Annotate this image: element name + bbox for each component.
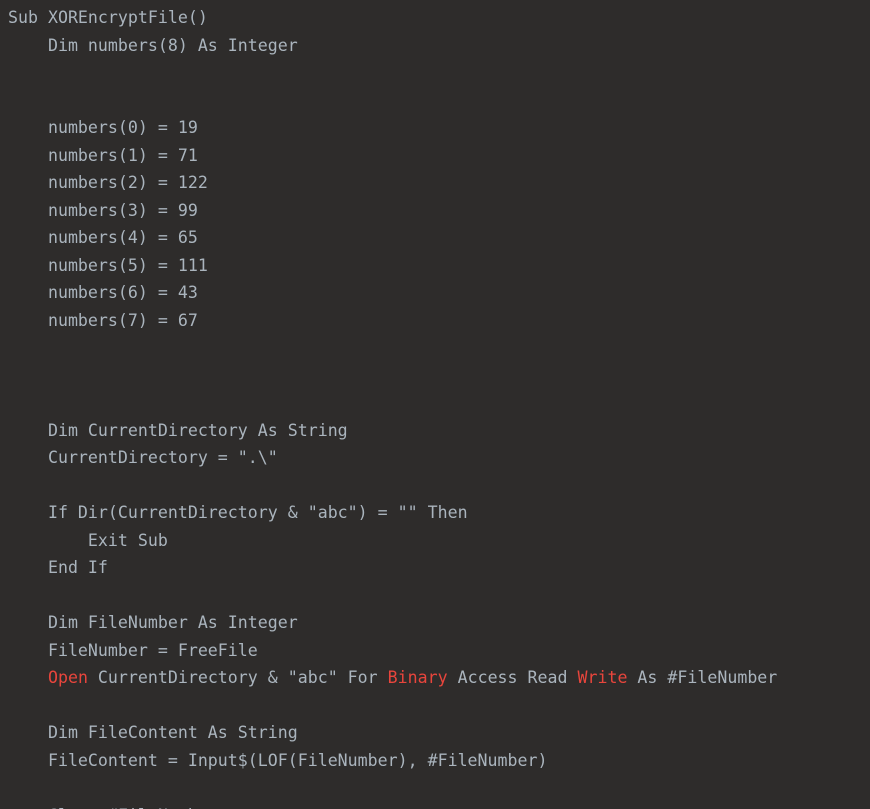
code-line: numbers(0) = 19 xyxy=(8,114,870,142)
code-line: FileContent = Input$(LOF(FileNumber), #F… xyxy=(8,747,870,775)
code-text: As #FileNumber xyxy=(627,668,778,687)
code-line: If Dir(CurrentDirectory & "abc") = "" Th… xyxy=(8,499,870,527)
code-content[interactable]: Sub XOREncryptFile() Dim numbers(8) As I… xyxy=(0,0,870,809)
code-text: Dim FileNumber As Integer xyxy=(8,613,298,632)
code-line: Dim FileContent As String xyxy=(8,719,870,747)
code-line: Dim FileNumber As Integer xyxy=(8,609,870,637)
code-keyword: Open xyxy=(47,668,88,687)
code-line: Exit Sub xyxy=(8,527,870,555)
code-line: numbers(6) = 43 xyxy=(8,279,870,307)
code-text: numbers(5) = 111 xyxy=(8,255,208,275)
code-line: numbers(3) = 99 xyxy=(8,197,870,225)
code-text: Access Read xyxy=(447,668,578,687)
code-line: Dim numbers(8) As Integer xyxy=(8,32,870,60)
code-text: Sub XOREncryptFile() xyxy=(8,8,208,27)
code-line: numbers(5) = 111 xyxy=(8,252,870,280)
code-line: Close #FileNumber xyxy=(8,802,870,809)
code-text: numbers(0) = 19 xyxy=(8,118,198,137)
code-text: numbers(6) = 43 xyxy=(8,283,198,302)
code-line: numbers(7) = 67 xyxy=(8,307,870,335)
code-line: Dim CurrentDirectory As String xyxy=(8,417,870,445)
code-line: End If xyxy=(8,554,870,582)
code-text: CurrentDirectory = ".\" xyxy=(8,448,278,467)
code-line: Sub XOREncryptFile() xyxy=(8,4,870,32)
code-text: Dim FileContent As String xyxy=(8,723,298,742)
code-editor[interactable]: Sub XOREncryptFile() Dim numbers(8) As I… xyxy=(0,0,870,809)
code-text: If Dir(CurrentDirectory & "abc") = "" Th… xyxy=(8,503,468,522)
code-line: FileNumber = FreeFile xyxy=(8,637,870,665)
code-text: FileNumber = FreeFile xyxy=(8,640,258,660)
code-text: CurrentDirectory & "abc" For xyxy=(87,668,388,687)
code-line: numbers(2) = 122 xyxy=(8,169,870,197)
code-text: numbers(3) = 99 xyxy=(8,200,198,220)
code-text: numbers(4) = 65 xyxy=(8,228,198,247)
code-text: Close #FileNumber xyxy=(8,806,218,809)
code-line: CurrentDirectory = ".\" xyxy=(8,444,870,472)
code-text: Exit Sub xyxy=(8,530,168,550)
code-line: numbers(1) = 71 xyxy=(8,142,870,170)
code-text: End If xyxy=(8,558,108,577)
code-text: FileContent = Input$(LOF(FileNumber), #F… xyxy=(8,750,548,770)
code-line: numbers(4) = 65 xyxy=(8,224,870,252)
code-text: numbers(1) = 71 xyxy=(8,145,198,165)
code-text: Dim CurrentDirectory As String xyxy=(8,420,348,440)
code-text: numbers(7) = 67 xyxy=(8,310,198,330)
code-text: Dim numbers(8) As Integer xyxy=(8,35,298,55)
code-text: numbers(2) = 122 xyxy=(8,173,208,192)
code-keyword: Write xyxy=(577,668,628,687)
code-keyword: Binary xyxy=(387,668,448,687)
code-line: Open CurrentDirectory & "abc" For Binary… xyxy=(8,664,870,692)
